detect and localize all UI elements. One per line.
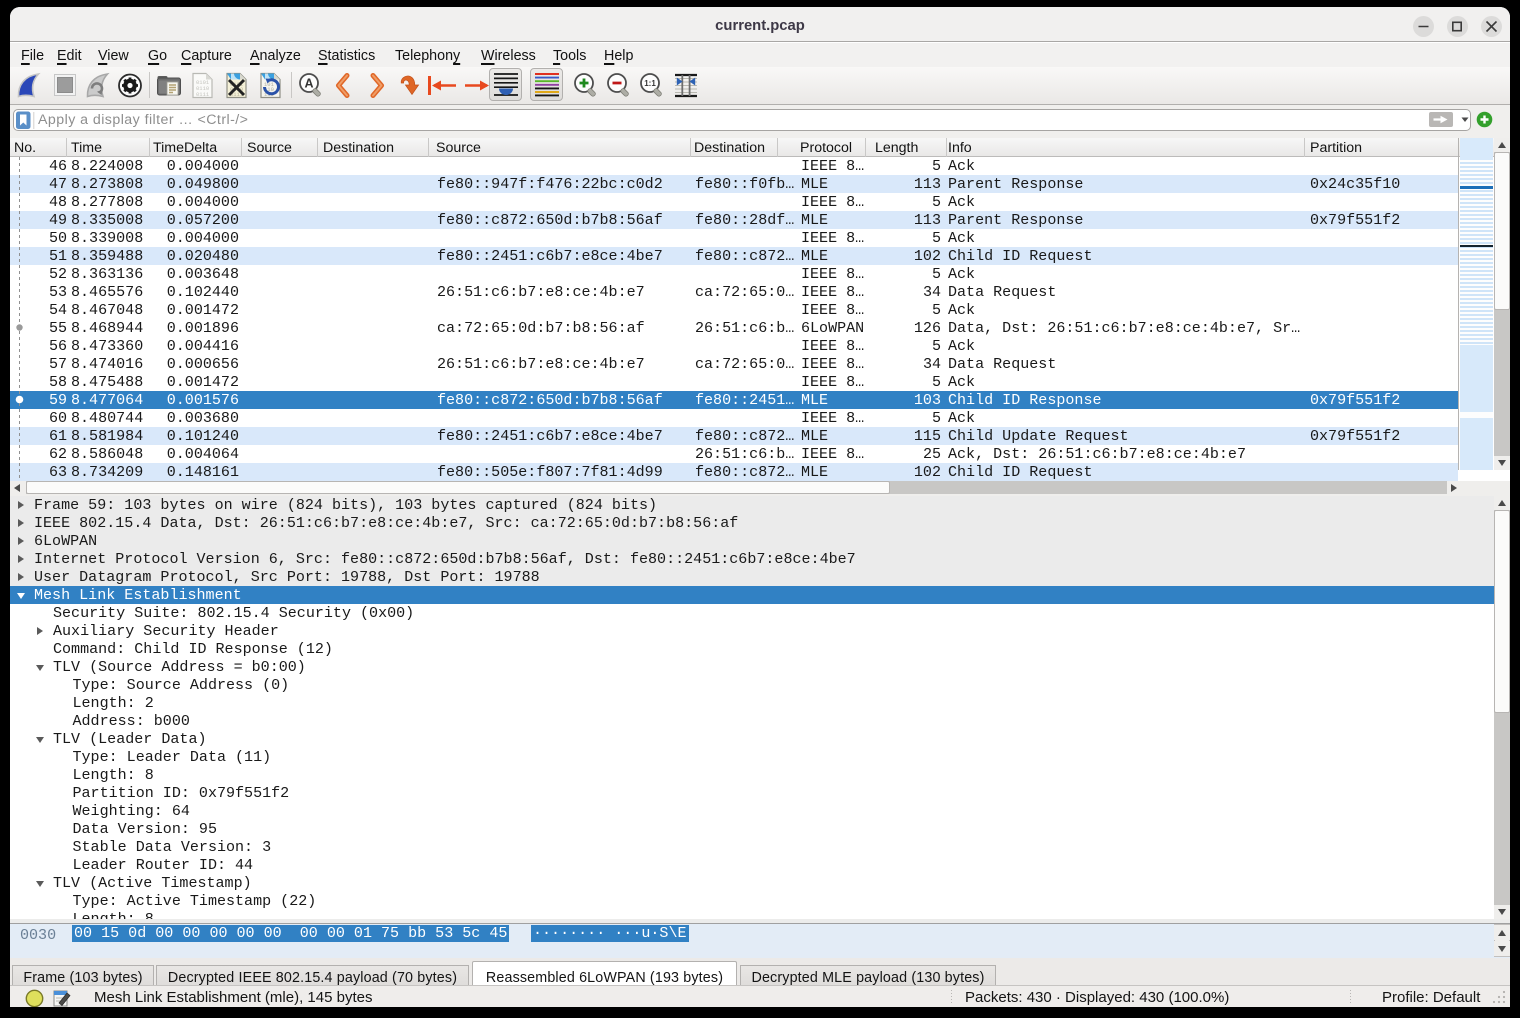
svg-text:1:1: 1:1 [644,79,656,88]
svg-text:0111: 0111 [196,91,210,98]
svg-text:A: A [304,77,313,91]
